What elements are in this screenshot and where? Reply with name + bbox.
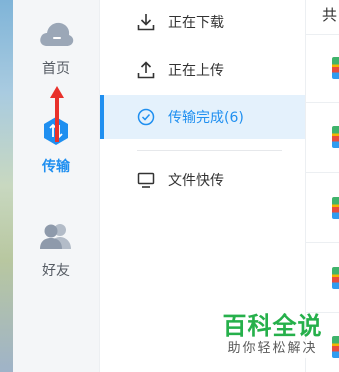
monitor-icon xyxy=(137,171,155,189)
nav-label-friends: 好友 xyxy=(42,263,70,279)
file-list-header: 共 xyxy=(322,6,338,24)
menu-divider xyxy=(137,150,282,151)
annotation-arrow-icon xyxy=(49,84,65,144)
upload-icon xyxy=(137,61,155,79)
menu-label-uploading: 正在上传 xyxy=(168,63,224,79)
friends-icon xyxy=(39,222,73,254)
nav-label-home: 首页 xyxy=(42,61,70,77)
watermark-logo: 百科全说 助你轻松解决 xyxy=(210,312,335,368)
menu-item-quick-transfer[interactable]: 文件快传 xyxy=(100,158,305,202)
file-type-icon[interactable] xyxy=(332,126,339,148)
menu-label-quick-transfer: 文件快传 xyxy=(168,173,224,189)
nav-item-home[interactable]: 首页 xyxy=(13,20,99,78)
cloud-icon xyxy=(38,20,74,52)
check-circle-icon xyxy=(137,108,155,126)
menu-item-uploading[interactable]: 正在上传 xyxy=(100,48,305,92)
file-type-icon[interactable] xyxy=(332,57,339,79)
desktop-background xyxy=(0,0,13,372)
watermark-title: 百科全说 xyxy=(222,312,323,340)
file-type-icon[interactable] xyxy=(332,267,339,289)
menu-label-downloading: 正在下载 xyxy=(168,15,224,31)
row-divider xyxy=(306,102,339,103)
menu-label-completed: 传输完成(6) xyxy=(168,110,244,126)
nav-rail: 首页 传输 好友 xyxy=(13,0,100,372)
menu-item-completed[interactable]: 传输完成(6) xyxy=(100,95,305,139)
menu-item-downloading[interactable]: 正在下载 xyxy=(100,0,305,44)
download-icon xyxy=(137,13,155,31)
watermark-subtitle: 助你轻松解决 xyxy=(225,340,320,358)
nav-item-friends[interactable]: 好友 xyxy=(13,222,99,280)
nav-label-transfer: 传输 xyxy=(42,159,70,175)
row-divider xyxy=(306,172,339,173)
file-type-icon[interactable] xyxy=(332,197,339,219)
row-divider xyxy=(306,242,339,243)
row-divider xyxy=(306,34,339,35)
